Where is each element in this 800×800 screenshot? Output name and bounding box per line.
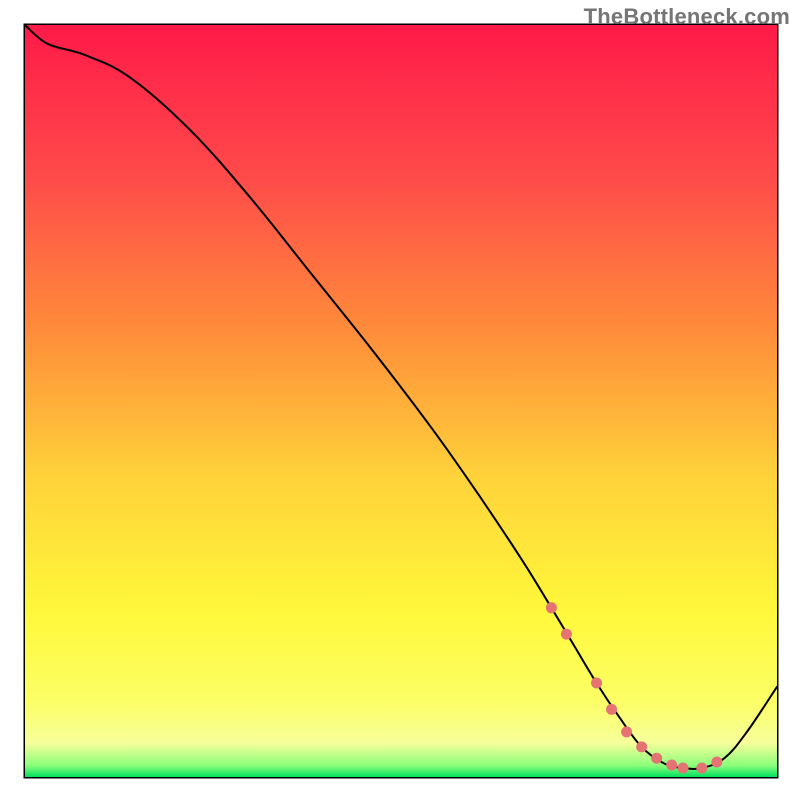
valley-dot <box>678 762 689 773</box>
chart-stage: TheBottleneck.com <box>0 0 800 800</box>
valley-dot <box>636 741 647 752</box>
valley-dot <box>546 602 557 613</box>
bottleneck-chart <box>0 0 800 800</box>
valley-dot <box>621 726 632 737</box>
valley-dot <box>696 762 707 773</box>
valley-dot <box>711 756 722 767</box>
valley-dot <box>561 629 572 640</box>
gradient-background <box>25 25 777 777</box>
valley-dot <box>606 704 617 715</box>
valley-dot <box>666 759 677 770</box>
watermark-text: TheBottleneck.com <box>584 4 790 30</box>
valley-dot <box>591 678 602 689</box>
valley-dot <box>651 753 662 764</box>
